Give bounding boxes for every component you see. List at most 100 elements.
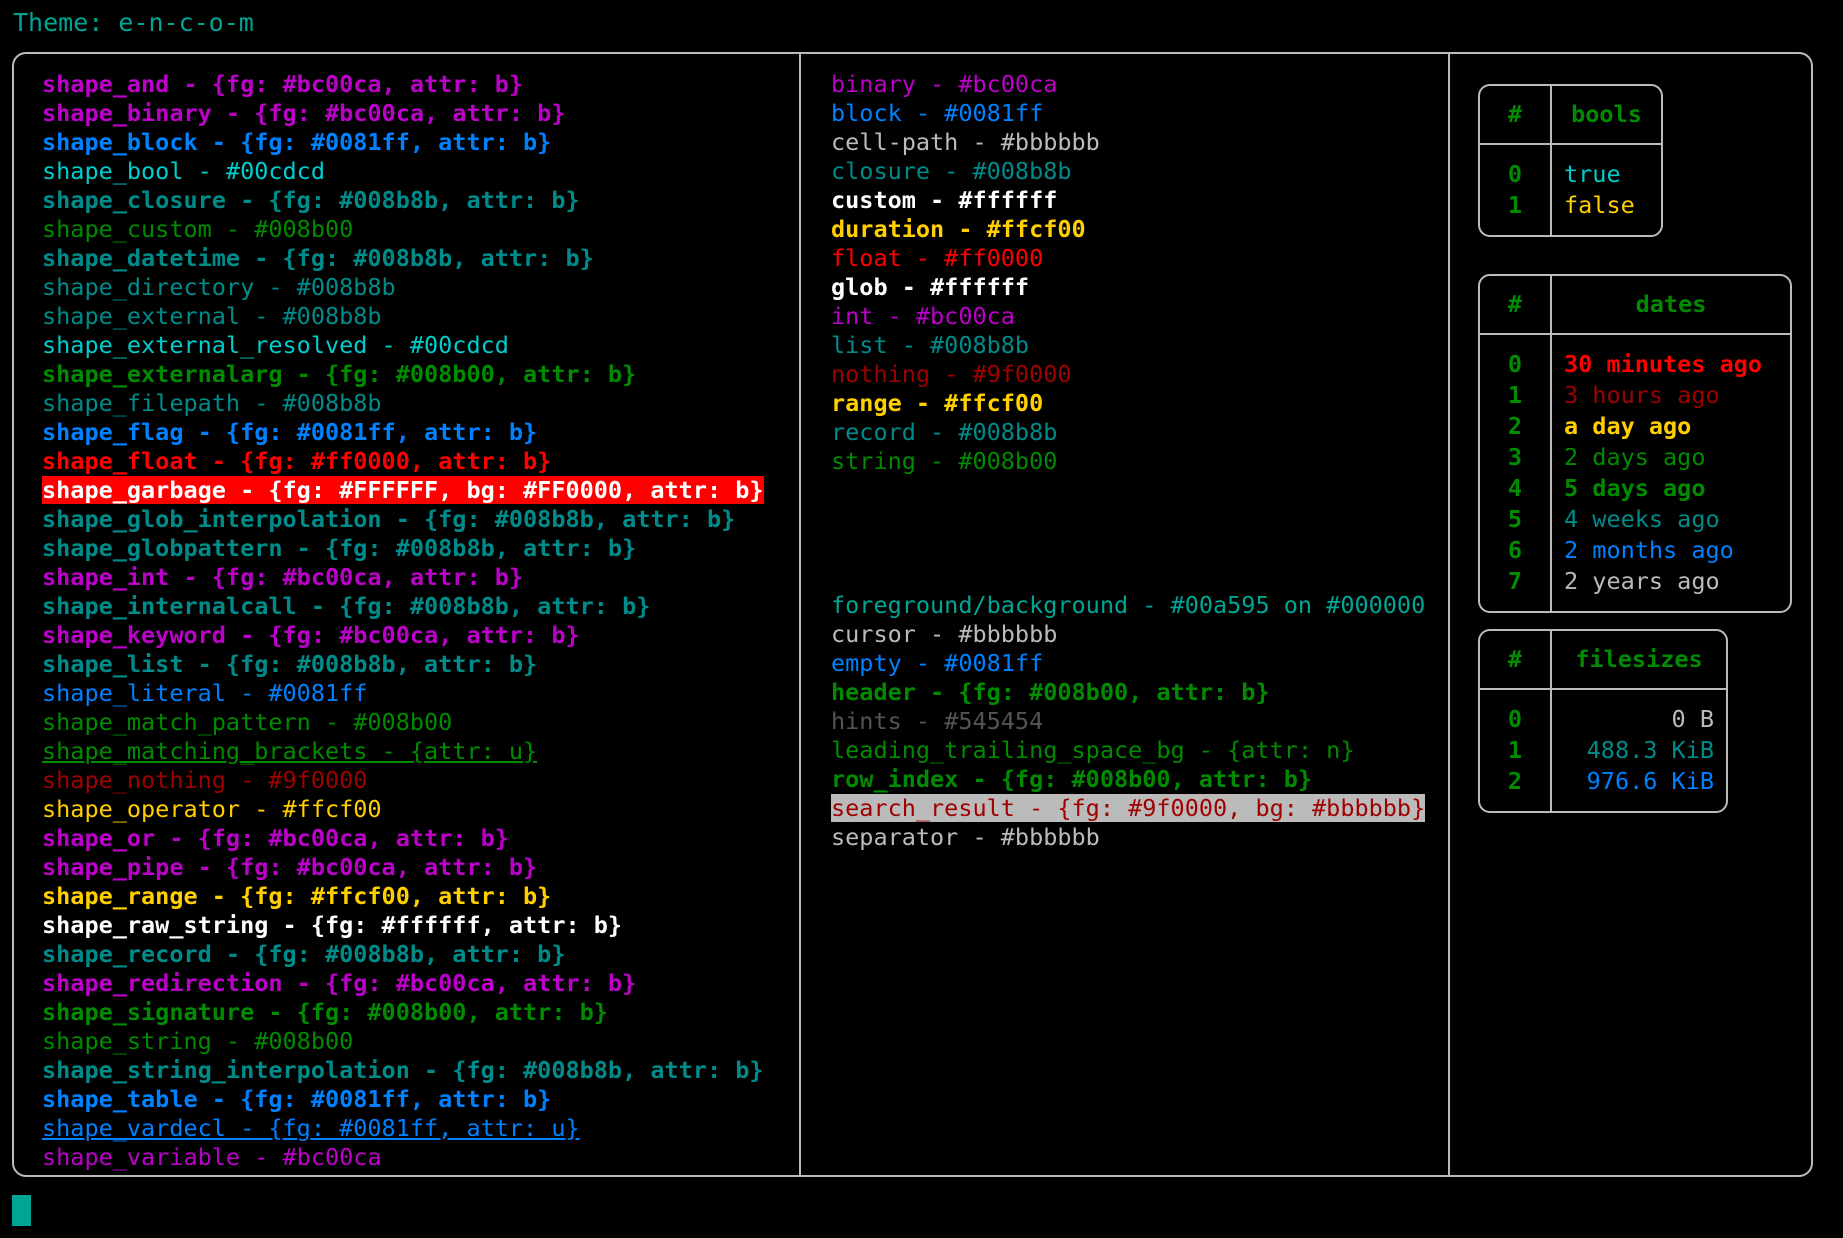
row-value-cell: 976.6 KiB bbox=[1586, 767, 1714, 795]
row-index-cell: 5 bbox=[1480, 504, 1552, 535]
shape-entry-text: shape_internalcall - {fg: #008b8b, attr:… bbox=[42, 592, 651, 620]
type-entry-text: int - #bc00ca bbox=[831, 302, 1015, 330]
bools-table: # bools 0 true 1 false bbox=[1478, 84, 1663, 237]
shape-entry: shape_table - {fg: #0081ff, attr: b} bbox=[42, 1085, 764, 1114]
shape-entry: shape_globpattern - {fg: #008b8b, attr: … bbox=[42, 534, 764, 563]
ui-element-entry: header - {fg: #008b00, attr: b} bbox=[831, 678, 1425, 707]
shape-entry: shape_signature - {fg: #008b00, attr: b} bbox=[42, 998, 764, 1027]
shape-entry-text: shape_signature - {fg: #008b00, attr: b} bbox=[42, 998, 608, 1026]
column-header-index: # bbox=[1480, 276, 1552, 335]
shape-entry: shape_string_interpolation - {fg: #008b8… bbox=[42, 1056, 764, 1085]
shape-entry-text: shape_range - {fg: #ffcf00, attr: b} bbox=[42, 882, 552, 910]
row-index-cell: 6 bbox=[1480, 535, 1552, 566]
shape-entry: shape_int - {fg: #bc00ca, attr: b} bbox=[42, 563, 764, 592]
row-value-cell: 0 B bbox=[1671, 705, 1714, 733]
shape-entry: shape_external_resolved - #00cdcd bbox=[42, 331, 764, 360]
shape-entry-text: shape_raw_string - {fg: #ffffff, attr: b… bbox=[42, 911, 623, 939]
shape-definitions-list: shape_and - {fg: #bc00ca, attr: b} shape_… bbox=[42, 70, 764, 1172]
row-index-cell: 1 bbox=[1480, 735, 1552, 766]
shape-entry-text: shape_keyword - {fg: #bc00ca, attr: b} bbox=[42, 621, 580, 649]
shape-entry: shape_pipe - {fg: #bc00ca, attr: b} bbox=[42, 853, 764, 882]
shape-entry-text: shape_and - {fg: #bc00ca, attr: b} bbox=[42, 70, 524, 98]
shape-entry: shape_glob_interpolation - {fg: #008b8b,… bbox=[42, 505, 764, 534]
row-index-cell: 0 bbox=[1480, 689, 1552, 735]
shape-entry: shape_directory - #008b8b bbox=[42, 273, 764, 302]
table-header-row: # filesizes bbox=[1480, 631, 1726, 690]
shape-entry-text: shape_match_pattern - #008b00 bbox=[42, 708, 453, 736]
ui-element-entry: hints - #545454 bbox=[831, 707, 1425, 736]
row-value-cell: 2 years ago bbox=[1564, 567, 1720, 595]
shape-entry: shape_internalcall - {fg: #008b8b, attr:… bbox=[42, 592, 764, 621]
shape-entry: shape_range - {fg: #ffcf00, attr: b} bbox=[42, 882, 764, 911]
type-entry-text: glob - #ffffff bbox=[831, 273, 1030, 301]
shape-entry-text: shape_binary - {fg: #bc00ca, attr: b} bbox=[42, 99, 566, 127]
table-row: 1 488.3 KiB bbox=[1480, 735, 1726, 766]
shape-entry: shape_matching_brackets - {attr: u} bbox=[42, 737, 764, 766]
ui-element-entry-text: foreground/background - #00a595 on #0000… bbox=[831, 591, 1426, 619]
shape-entry-text: shape_operator - #ffcf00 bbox=[42, 795, 382, 823]
shape-entry: shape_garbage - {fg: #FFFFFF, bg: #FF000… bbox=[42, 476, 764, 505]
row-index-cell: 0 bbox=[1480, 334, 1552, 380]
table-row: 3 2 days ago bbox=[1480, 442, 1790, 473]
shape-entry-text: shape_pipe - {fg: #bc00ca, attr: b} bbox=[42, 853, 538, 881]
type-entry-text: binary - #bc00ca bbox=[831, 70, 1058, 98]
shape-entry-text: shape_external - #008b8b bbox=[42, 302, 382, 330]
type-entry-text: cell-path - #bbbbbb bbox=[831, 128, 1100, 156]
shape-entry-text: shape_datetime - {fg: #008b8b, attr: b} bbox=[42, 244, 594, 272]
shape-entry-text: shape_or - {fg: #bc00ca, attr: b} bbox=[42, 824, 509, 852]
right-panel: # bools 0 true 1 false # dates 0 30 minutes … bbox=[1450, 54, 1811, 1175]
type-entry-text: closure - #008b8b bbox=[831, 157, 1072, 185]
type-entry-text: custom - #ffffff bbox=[831, 186, 1058, 214]
shape-entry-text: shape_nothing - #9f0000 bbox=[42, 766, 368, 794]
bools-table-body: 0 true 1 false bbox=[1480, 144, 1661, 235]
ui-element-entry: separator - #bbbbbb bbox=[831, 823, 1425, 852]
row-index-cell: 3 bbox=[1480, 442, 1552, 473]
type-entry: int - #bc00ca bbox=[831, 302, 1100, 331]
table-row: 0 0 B bbox=[1480, 689, 1726, 735]
terminal-cursor bbox=[12, 1195, 31, 1226]
shape-entry: shape_externalarg - {fg: #008b00, attr: … bbox=[42, 360, 764, 389]
shape-entry-text: shape_float - {fg: #ff0000, attr: b} bbox=[42, 447, 552, 475]
ui-element-entry: foreground/background - #00a595 on #0000… bbox=[831, 591, 1425, 620]
shape-entry: shape_operator - #ffcf00 bbox=[42, 795, 764, 824]
type-entry-text: duration - #ffcf00 bbox=[831, 215, 1086, 243]
type-entry: closure - #008b8b bbox=[831, 157, 1100, 186]
shape-entry-text: shape_vardecl - {fg: #0081ff, attr: u} bbox=[42, 1114, 580, 1142]
table-header-row: # bools bbox=[1480, 86, 1661, 145]
shape-entry-text: shape_filepath - #008b8b bbox=[42, 389, 382, 417]
column-header-index: # bbox=[1480, 631, 1552, 690]
shape-entry: shape_custom - #008b00 bbox=[42, 215, 764, 244]
shape-entry-text: shape_custom - #008b00 bbox=[42, 215, 354, 243]
type-entry-text: record - #008b8b bbox=[831, 418, 1058, 446]
column-header-filesizes: filesizes bbox=[1551, 631, 1726, 690]
type-entry: duration - #ffcf00 bbox=[831, 215, 1100, 244]
shape-entry-text: shape_bool - #00cdcd bbox=[42, 157, 325, 185]
shape-entry-text: shape_globpattern - {fg: #008b8b, attr: … bbox=[42, 534, 637, 562]
ui-element-entry-text: empty - #0081ff bbox=[831, 649, 1044, 677]
type-entry: float - #ff0000 bbox=[831, 244, 1100, 273]
shape-entry: shape_block - {fg: #0081ff, attr: b} bbox=[42, 128, 764, 157]
shape-entry: shape_nothing - #9f0000 bbox=[42, 766, 764, 795]
type-entry: string - #008b00 bbox=[831, 447, 1100, 476]
shape-entry: shape_vardecl - {fg: #0081ff, attr: u} bbox=[42, 1114, 764, 1143]
ui-element-entry: row_index - {fg: #008b00, attr: b} bbox=[831, 765, 1425, 794]
row-index-cell: 7 bbox=[1480, 566, 1552, 611]
type-entry: custom - #ffffff bbox=[831, 186, 1100, 215]
type-entry: range - #ffcf00 bbox=[831, 389, 1100, 418]
dates-table-body: 0 30 minutes ago 1 3 hours ago 2 a day ago 3 2 … bbox=[1480, 334, 1790, 611]
ui-element-definitions-list: foreground/background - #00a595 on #0000… bbox=[831, 591, 1426, 852]
row-index-cell: 0 bbox=[1480, 144, 1552, 190]
shape-entry-text: shape_string - #008b00 bbox=[42, 1027, 354, 1055]
table-row: 6 2 months ago bbox=[1480, 535, 1790, 566]
type-entry-text: list - #008b8b bbox=[831, 331, 1030, 359]
shape-entry: shape_flag - {fg: #0081ff, attr: b} bbox=[42, 418, 764, 447]
type-entry: cell-path - #bbbbbb bbox=[831, 128, 1100, 157]
table-row: 1 3 hours ago bbox=[1480, 380, 1790, 411]
row-index-cell: 1 bbox=[1480, 190, 1552, 235]
filesizes-table: # filesizes 0 0 B 1 488.3 KiB 2 976.6 KiB bbox=[1478, 629, 1728, 813]
shape-entry-text: shape_flag - {fg: #0081ff, attr: b} bbox=[42, 418, 538, 446]
shape-entry: shape_filepath - #008b8b bbox=[42, 389, 764, 418]
dates-table: # dates 0 30 minutes ago 1 3 hours ago 2 a da… bbox=[1478, 274, 1792, 613]
row-value-cell: false bbox=[1564, 191, 1635, 219]
theme-header: Theme: e-n-c-o-m bbox=[13, 8, 254, 37]
